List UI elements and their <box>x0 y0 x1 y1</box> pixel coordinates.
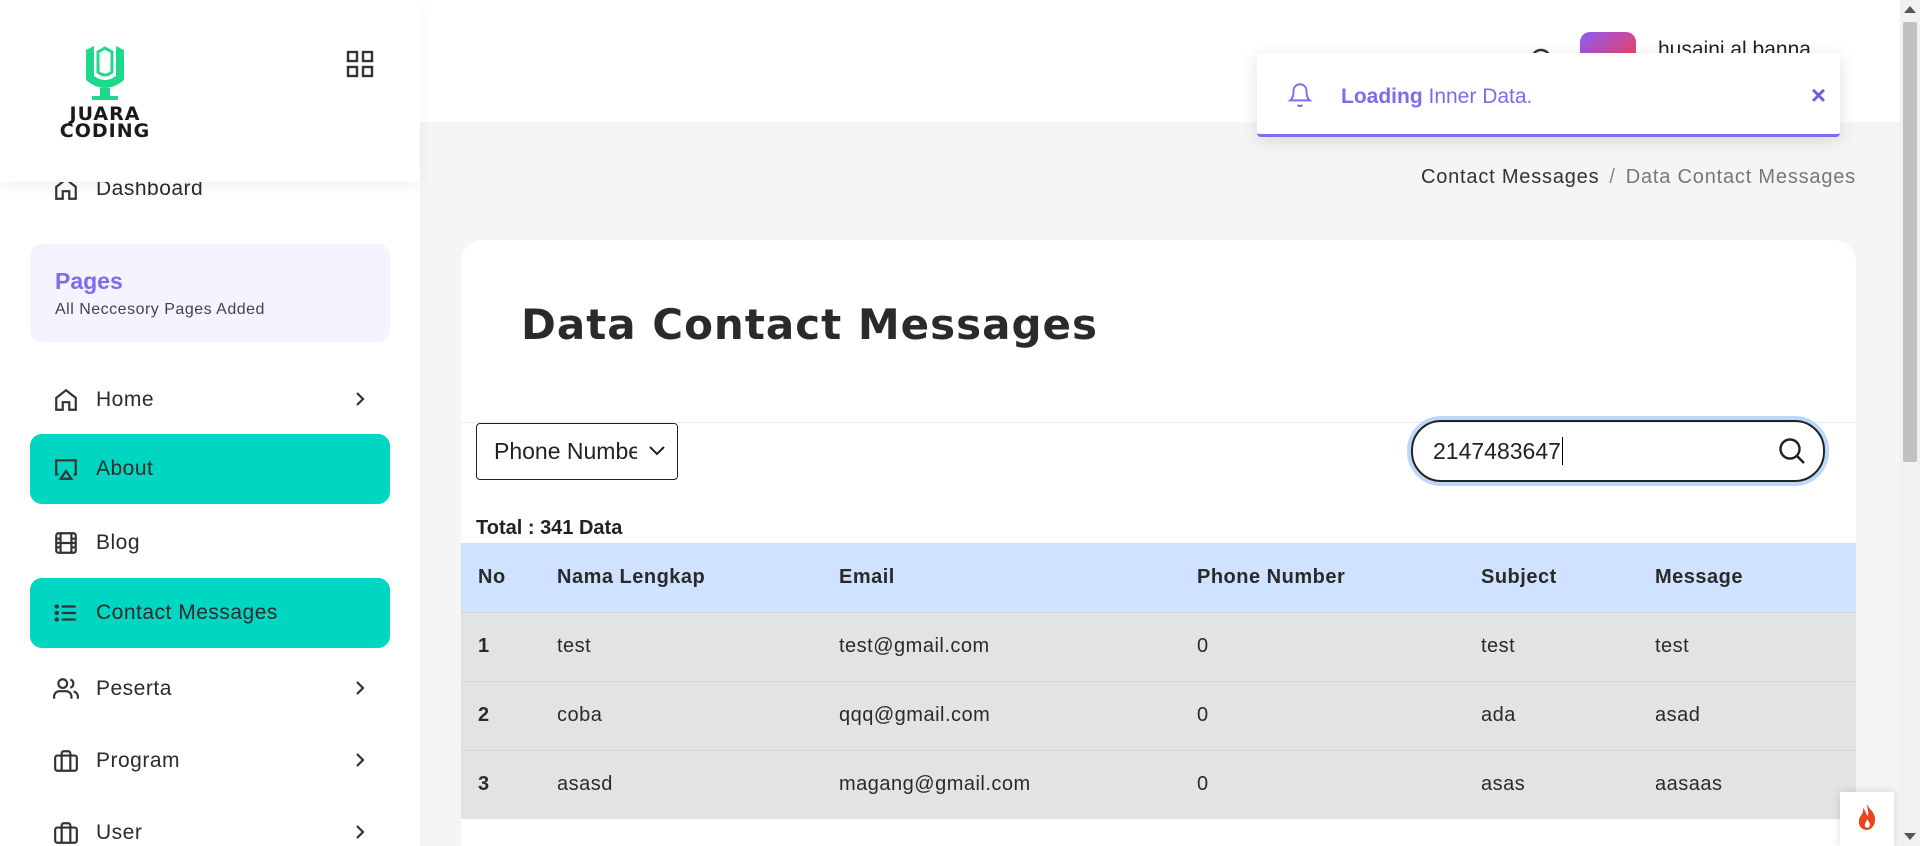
breadcrumb-current: Data Contact Messages <box>1625 166 1856 188</box>
scroll-down-icon[interactable] <box>1904 833 1916 840</box>
chevron-down-icon <box>637 424 677 478</box>
pages-info-box: Pages All Neccesory Pages Added <box>30 244 390 342</box>
codeigniter-debug-button[interactable] <box>1840 792 1894 846</box>
table-cell: 0 <box>1197 773 1209 796</box>
contact-messages-table: No Nama Lengkap Email Phone Number Subje… <box>461 543 1856 819</box>
toast-message-text: Inner Data. <box>1422 85 1533 108</box>
column-header[interactable]: Message <box>1655 543 1856 612</box>
text-cursor <box>1561 437 1563 465</box>
chevron-right-icon <box>350 678 370 698</box>
column-header[interactable]: Nama Lengkap <box>557 543 839 612</box>
column-header[interactable]: Subject <box>1481 543 1655 612</box>
table-cell: ada <box>1481 704 1516 726</box>
table-cell: 1 <box>478 635 490 657</box>
column-header[interactable]: Phone Number <box>1197 543 1481 612</box>
chevron-right-icon <box>350 822 370 842</box>
logo-area: JUARA CODING <box>0 0 420 182</box>
table-cell: magang@gmail.com <box>839 773 1031 796</box>
filter-selected-value: Phone Number <box>494 438 649 464</box>
sidebar-item-blog[interactable]: Blog <box>30 508 390 578</box>
sidebar-item-label: User <box>96 821 143 844</box>
sidebar-item-label: Program <box>96 749 181 772</box>
table-cell: asasd <box>557 773 613 796</box>
chevron-right-icon <box>350 389 370 409</box>
bell-icon <box>1287 81 1313 109</box>
scrollbar-thumb[interactable] <box>1903 22 1917 462</box>
sidebar-item-label: Contact Messages <box>96 601 278 624</box>
brand-logo[interactable]: JUARA CODING <box>50 42 160 142</box>
home-icon <box>52 386 80 414</box>
content-card: Data Contact Messages Phone Number 21474… <box>461 240 1856 846</box>
table-cell: 0 <box>1197 704 1209 726</box>
table-row[interactable]: 1 test test@gmail.com 0 test test <box>461 612 1856 681</box>
table-cell: aasaas <box>1655 773 1723 796</box>
sidebar-item-about[interactable]: About <box>30 434 390 504</box>
brand-name-line2: CODING <box>59 120 151 142</box>
table-cell: qqq@gmail.com <box>839 704 991 726</box>
table-row[interactable]: 3 asasd magang@gmail.com 0 asas aasaas <box>461 750 1856 819</box>
scroll-up-icon[interactable] <box>1904 6 1916 13</box>
grid-menu-icon[interactable] <box>346 50 374 78</box>
sidebar-item-contact-messages[interactable]: Contact Messages <box>30 578 390 648</box>
briefcase-icon <box>52 747 80 775</box>
chevron-right-icon <box>350 750 370 770</box>
shield-logo-icon <box>86 46 124 100</box>
briefcase-icon <box>52 819 80 846</box>
sidebar: JUARA CODING Dashboard Pages All Necceso… <box>0 0 420 846</box>
table-cell: test@gmail.com <box>839 635 990 657</box>
table-cell: asas <box>1481 773 1526 796</box>
list-icon <box>52 599 80 627</box>
page-scrollbar[interactable] <box>1900 0 1920 846</box>
sidebar-item-label: About <box>96 457 154 480</box>
table-cell: asad <box>1655 704 1701 726</box>
sidebar-item-label: Peserta <box>96 677 172 700</box>
film-icon <box>52 529 80 557</box>
sidebar-item-peserta[interactable]: Peserta <box>30 654 390 724</box>
table-cell: test <box>1481 635 1516 657</box>
filter-select[interactable]: Phone Number <box>476 423 678 480</box>
pages-subtitle: All Neccesory Pages Added <box>55 301 265 318</box>
table-cell: test <box>557 635 592 657</box>
sidebar-item-program[interactable]: Program <box>30 726 390 796</box>
toast-message-bold: Loading <box>1341 85 1423 108</box>
breadcrumb-separator: / <box>1609 166 1616 188</box>
table-row[interactable]: 2 coba qqq@gmail.com 0 ada asad <box>461 681 1856 750</box>
close-icon[interactable]: × <box>1811 82 1826 108</box>
column-header[interactable]: No <box>461 543 557 612</box>
table-cell: coba <box>557 704 603 726</box>
sidebar-item-home[interactable]: Home <box>30 365 390 435</box>
table-cell: 2 <box>478 704 490 726</box>
breadcrumb-parent[interactable]: Contact Messages <box>1421 166 1599 188</box>
sidebar-item-label: Home <box>96 388 155 411</box>
notification-toast: Loading Inner Data. × <box>1257 53 1840 137</box>
search-input-value: 2147483647 <box>1433 437 1561 464</box>
table-header-row: No Nama Lengkap Email Phone Number Subje… <box>461 543 1856 612</box>
sidebar-item-user[interactable]: User <box>30 798 390 846</box>
pages-title: Pages <box>55 268 123 294</box>
table-cell: 3 <box>478 773 490 796</box>
column-header[interactable]: Email <box>839 543 1197 612</box>
airplay-icon <box>52 455 80 483</box>
flame-icon <box>1854 802 1880 837</box>
brand-name: JUARA CODING <box>50 105 160 142</box>
sidebar-item-label: Blog <box>96 531 141 554</box>
page-title: Data Contact Messages <box>521 300 1099 349</box>
search-input[interactable]: 2147483647 <box>1411 420 1825 482</box>
toast-message: Loading Inner Data. <box>1341 85 1532 109</box>
users-icon <box>52 675 80 703</box>
table-cell: 0 <box>1197 635 1209 657</box>
breadcrumb: Contact Messages / Data Contact Messages <box>1421 166 1856 189</box>
table-cell: test <box>1655 635 1690 657</box>
search-icon[interactable] <box>1777 436 1807 466</box>
total-count: Total : 341 Data <box>476 517 623 539</box>
